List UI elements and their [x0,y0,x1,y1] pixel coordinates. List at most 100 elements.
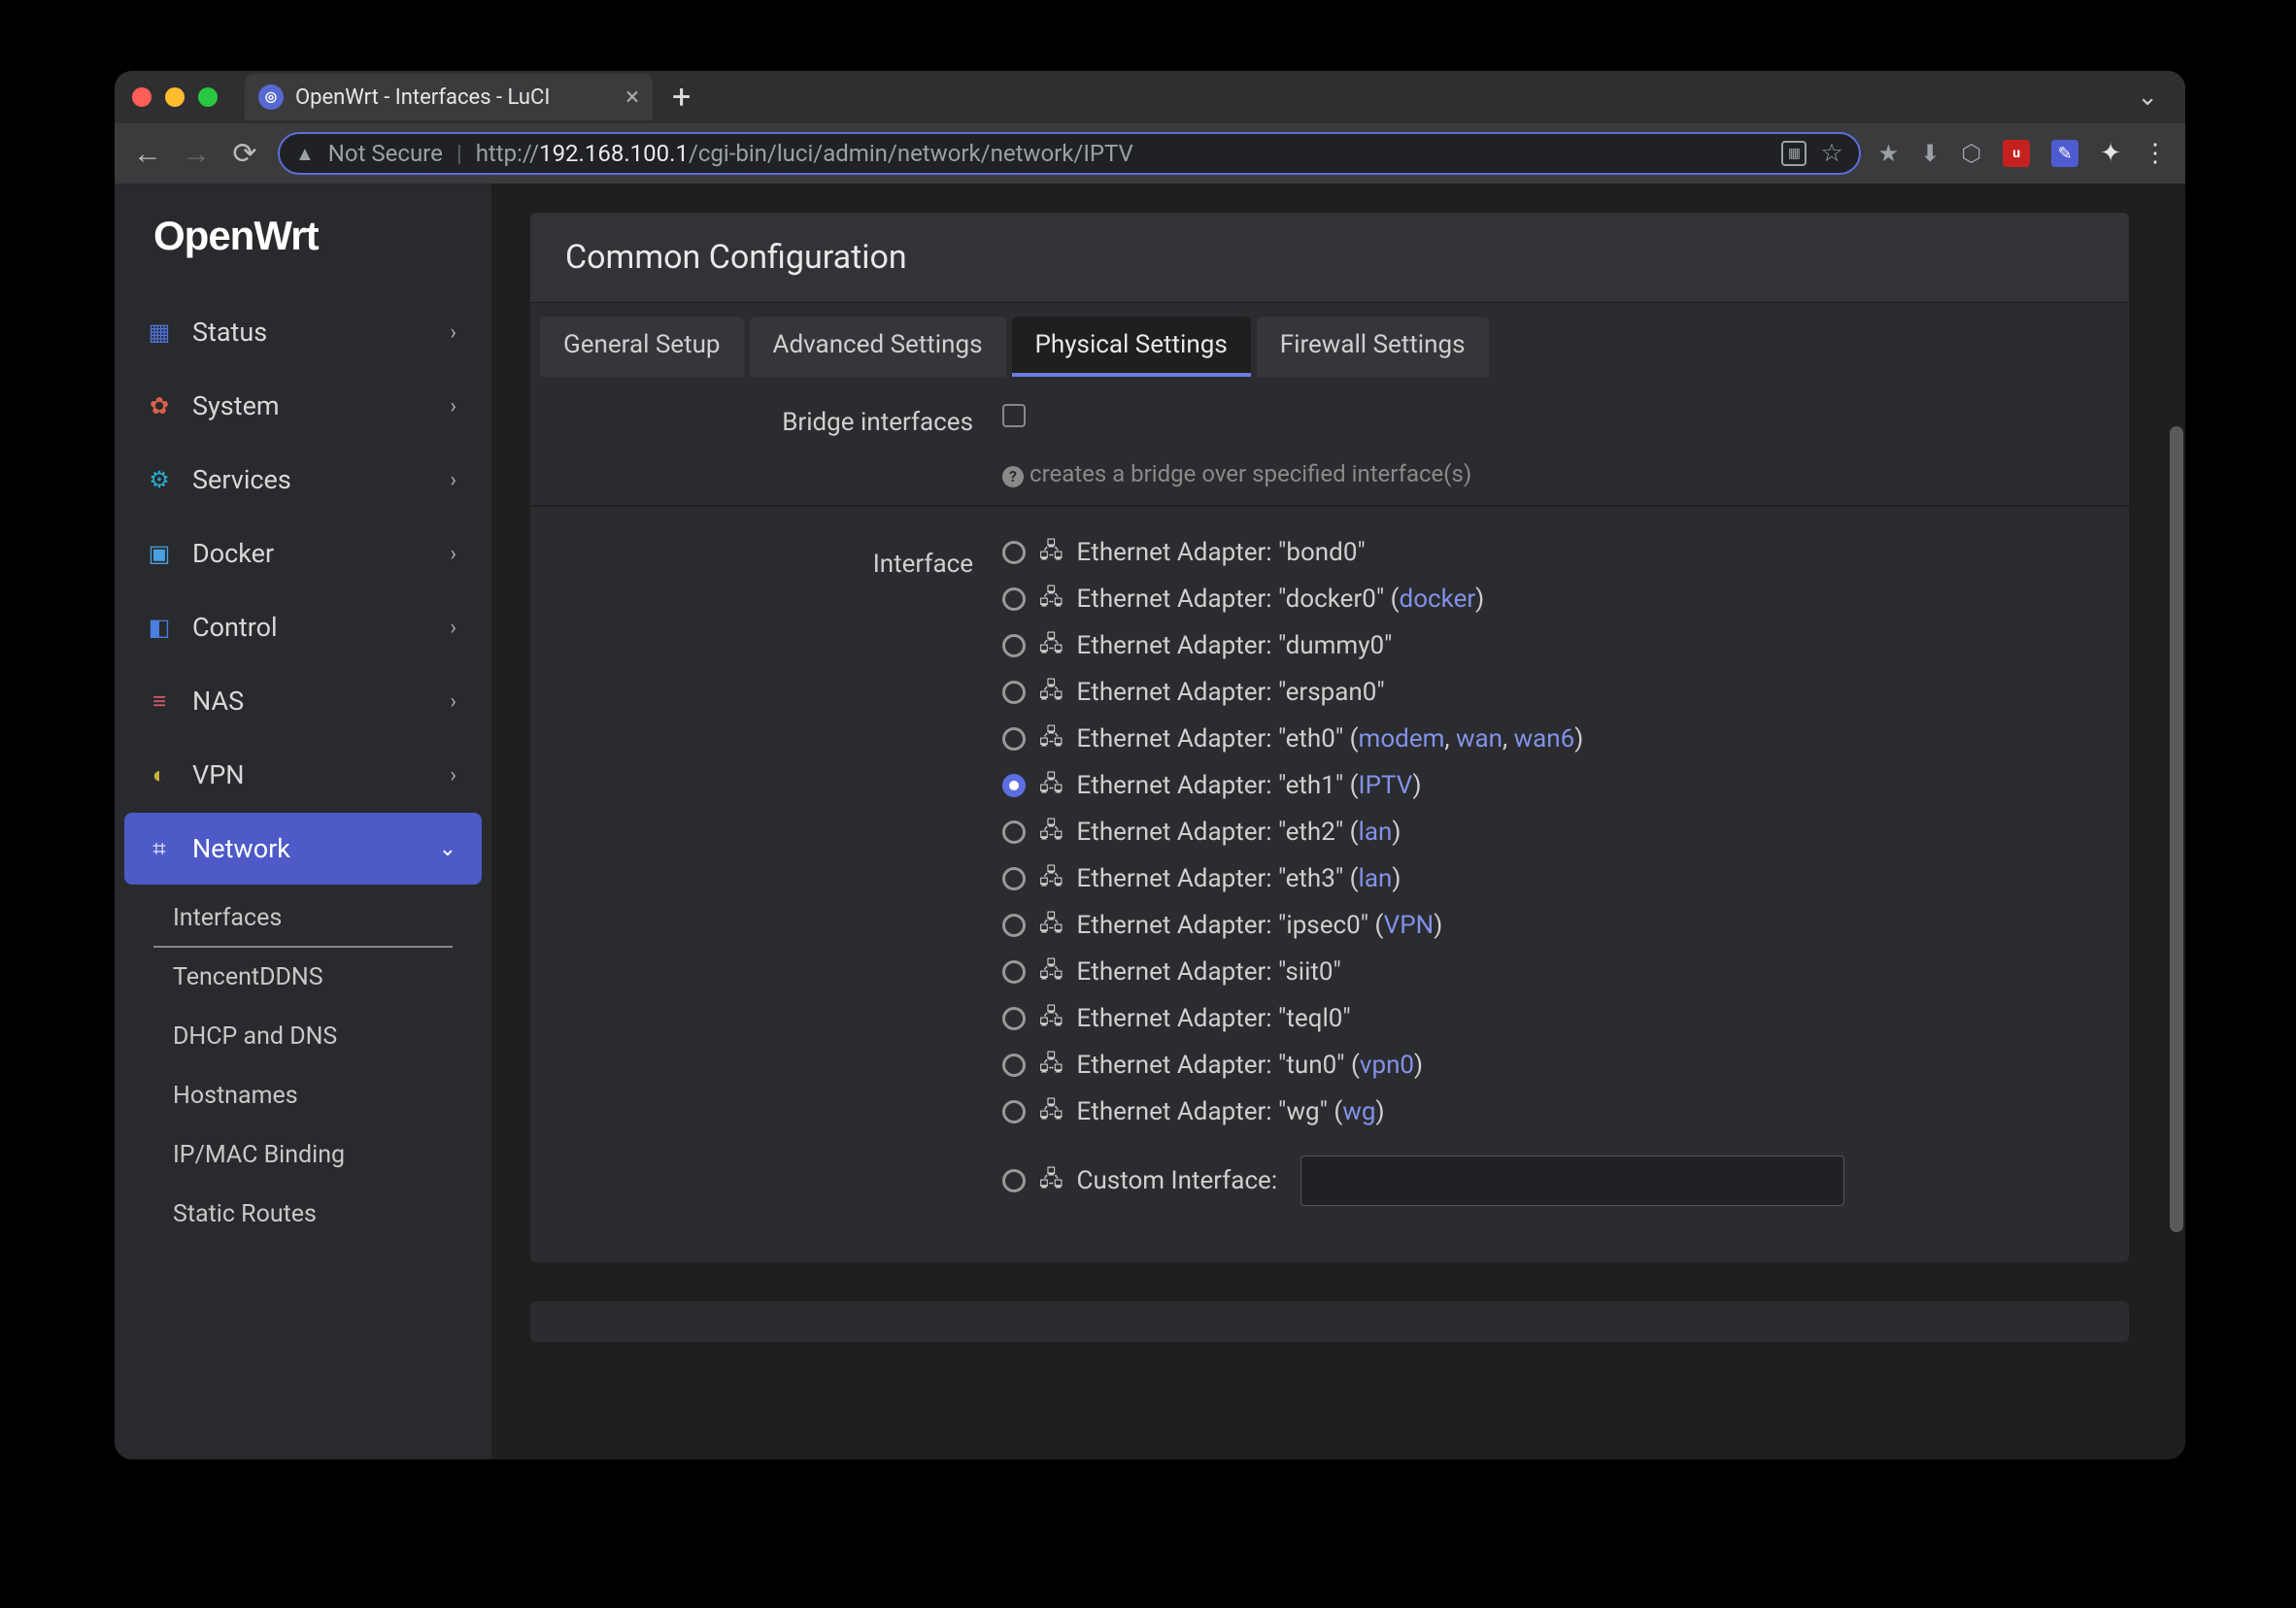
help-icon: ? [1002,466,1024,487]
qr-icon[interactable]: ▦ [1781,141,1806,166]
minimize-window-button[interactable] [165,87,185,107]
sidebar-item-status[interactable]: ▦Status› [124,296,482,368]
tab-title: OpenWrt - Interfaces - LuCI [295,85,550,110]
interface-option[interactable]: 🖧Ethernet Adapter: "eth2" (lan) [1002,814,2094,851]
interface-option[interactable]: 🖧Ethernet Adapter: "ipsec0" (VPN) [1002,907,2094,944]
sidebar-item-vpn[interactable]: ◐VPN› [124,739,482,811]
interface-option[interactable]: 🖧Ethernet Adapter: "bond0" [1002,534,2094,571]
extensions-button[interactable]: ✦ [2100,139,2121,168]
logo: OpenWrt [115,213,491,259]
url-bar[interactable]: ▲ Not Secure | http://192.168.100.1/cgi-… [278,132,1861,175]
interface-option[interactable]: 🖧Ethernet Adapter: "eth1" (IPTV) [1002,767,2094,804]
maximize-window-button[interactable] [198,87,218,107]
bookmark-filled-icon[interactable]: ★ [1878,140,1900,167]
interface-radio[interactable] [1002,681,1026,704]
extension-icon[interactable]: ✎ [2051,140,2078,167]
chevron-right-icon: › [450,320,456,345]
interface-option[interactable]: 🖧Ethernet Adapter: "siit0" [1002,954,2094,990]
bridge-hint: ?creates a bridge over specified interfa… [1002,460,2094,487]
interface-radio[interactable] [1002,821,1026,844]
submenu-item[interactable]: TencentDDNS [153,948,491,1007]
sidebar-item-label: Status [177,317,450,348]
interface-radio-list: 🖧Ethernet Adapter: "bond0"🖧Ethernet Adap… [1002,534,2094,1130]
sidebar-item-label: Docker [177,538,450,569]
chevron-right-icon: › [450,689,456,714]
interface-name: Ethernet Adapter: "eth0" (modem, wan, wa… [1077,724,1584,754]
bridge-checkbox[interactable] [1002,404,1026,427]
sidebar-item-system[interactable]: ✿System› [124,370,482,442]
tabs-overflow-button[interactable]: ⌄ [2137,83,2158,112]
interface-option[interactable]: 🖧 Ethernet Adapter: "docker0" (docker) [1002,581,2094,618]
status-icon: ▦ [142,318,177,346]
interface-radio[interactable] [1002,1007,1026,1030]
submenu-item[interactable]: DHCP and DNS [153,1007,491,1066]
download-icon[interactable]: ⬇ [1920,140,1940,167]
interface-option[interactable]: 🖧Ethernet Adapter: "erspan0" [1002,674,2094,711]
interface-option[interactable]: 🖧Ethernet Adapter: "teql0" [1002,1000,2094,1037]
chevron-down-icon: ⌄ [439,837,456,861]
interface-radio[interactable] [1002,914,1026,937]
back-button[interactable]: ← [132,137,163,171]
tab-button[interactable]: Advanced Settings [750,317,1006,377]
submenu-item[interactable]: Hostnames [153,1066,491,1125]
browser-menu-button[interactable]: ⋮ [2143,139,2168,168]
submenu-item[interactable]: Interfaces [153,888,453,948]
interface-radio[interactable] [1002,774,1026,797]
next-panel [530,1301,2129,1342]
sidebar-item-network[interactable]: ⌗Network⌄ [124,813,482,885]
interface-radio[interactable] [1002,1054,1026,1077]
interface-radio[interactable] [1002,727,1026,751]
close-window-button[interactable] [132,87,152,107]
ethernet-icon: 🖧 [1039,627,1064,664]
sidebar-item-docker[interactable]: ▣Docker› [124,518,482,589]
interface-radio[interactable] [1002,587,1026,611]
custom-interface-radio[interactable] [1002,1169,1026,1192]
chevron-right-icon: › [450,394,456,419]
sidebar-item-control[interactable]: ◧Control› [124,591,482,663]
bookmark-star-icon[interactable]: ☆ [1820,139,1842,168]
tab-button[interactable]: Firewall Settings [1257,317,1489,377]
tab-button[interactable]: General Setup [540,317,744,377]
bridge-label: Bridge interfaces [565,404,1002,437]
titlebar: ◎ OpenWrt - Interfaces - LuCI × + ⌄ [115,71,2185,123]
ethernet-icon: 🖧 [1039,581,1064,618]
tab-button[interactable]: Physical Settings [1012,317,1251,377]
interface-radio[interactable] [1002,634,1026,657]
browser-tab[interactable]: ◎ OpenWrt - Interfaces - LuCI × [245,74,653,120]
ethernet-icon: 🖧 [1039,907,1064,944]
sidebar-item-services[interactable]: ⚙Services› [124,444,482,516]
interface-radio[interactable] [1002,960,1026,984]
scrollbar-thumb[interactable] [2170,426,2183,1232]
interface-option[interactable]: 🖧Ethernet Adapter: "eth3" (lan) [1002,860,2094,897]
ethernet-icon: 🖧 [1039,814,1064,851]
forward-button[interactable]: → [181,137,212,171]
docker-icon: ▣ [142,540,177,567]
interface-option[interactable]: 🖧Ethernet Adapter: "eth0" (modem, wan, w… [1002,720,2094,757]
submenu-item[interactable]: Static Routes [153,1185,491,1244]
interface-name: Ethernet Adapter: "docker0" (docker) [1077,585,1485,614]
custom-interface-input[interactable] [1300,1156,1844,1206]
section: Bridge interfaces ?creates a bridge over… [530,377,2129,1262]
insecure-icon: ▲ [295,142,315,166]
interface-radio[interactable] [1002,867,1026,890]
interface-option[interactable]: 🖧Ethernet Adapter: "dummy0" [1002,627,2094,664]
content-area: OpenWrt ▦Status›✿System›⚙Services›▣Docke… [115,184,2185,1459]
interface-option[interactable]: 🖧Ethernet Adapter: "wg" (wg) [1002,1093,2094,1130]
bridge-row: Bridge interfaces ?creates a bridge over… [565,404,2094,487]
interface-radio[interactable] [1002,1100,1026,1123]
network-icon: ⌗ [142,835,177,862]
shield-icon[interactable]: ⬡ [1961,140,1981,167]
ethernet-icon: 🖧 [1039,674,1064,711]
interface-option[interactable]: 🖧Ethernet Adapter: "tun0" (vpn0) [1002,1047,2094,1084]
new-tab-button[interactable]: + [672,81,691,114]
insecure-label: Not Secure [328,140,443,167]
panel-title: Common Configuration [530,213,2129,303]
reload-button[interactable]: ⟳ [229,137,260,171]
submenu-item[interactable]: IP/MAC Binding [153,1125,491,1185]
interface-radio[interactable] [1002,541,1026,564]
control-icon: ◧ [142,614,177,641]
scrollbar[interactable] [2170,184,2183,1459]
sidebar-item-nas[interactable]: ≡NAS› [124,665,482,737]
close-tab-button[interactable]: × [625,84,639,110]
ublock-icon[interactable]: u [2003,140,2030,167]
